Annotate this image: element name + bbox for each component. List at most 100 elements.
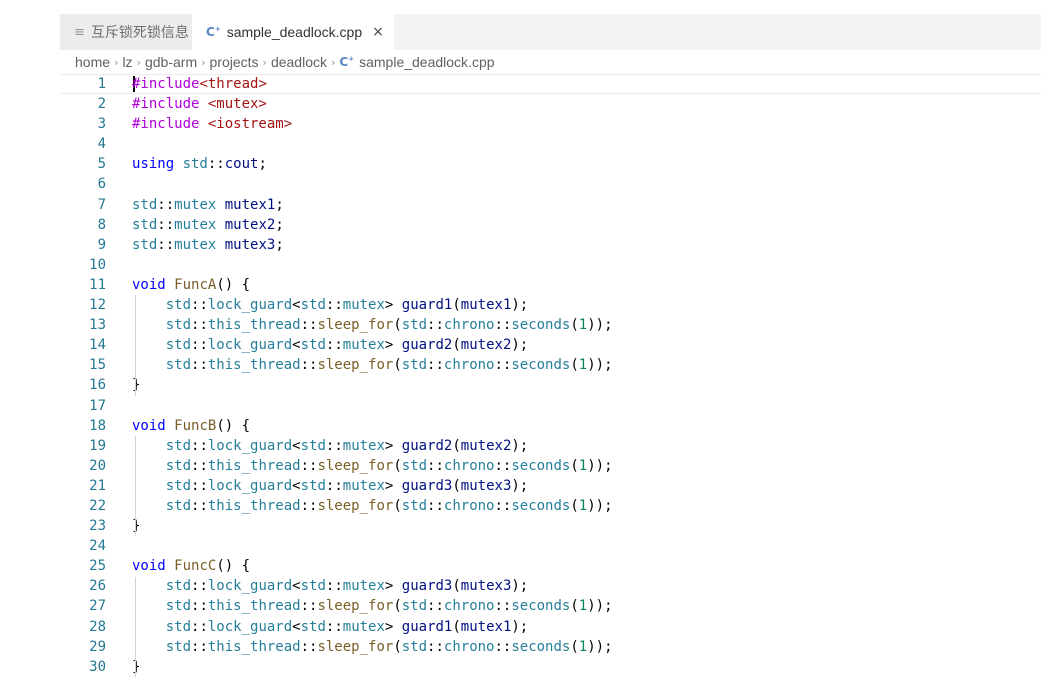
breadcrumb-home[interactable]: home [75,54,110,70]
code-text: void FuncC() { [106,556,250,576]
code-token: ( [570,317,579,334]
line-number: 3 [97,116,106,133]
code-token: :: [427,638,444,655]
code-token: mutex [342,578,385,595]
code-line[interactable]: 25 void FuncC() { [60,556,1041,576]
code-token: this_thread [207,638,301,655]
code-token: ( [570,357,579,374]
code-token: > [384,297,402,314]
code-line[interactable]: 28 std::lock_guard<std::mutex> guard1(mu… [60,617,1041,637]
code-line[interactable]: 21 std::lock_guard<std::mutex> guard3(mu… [60,476,1041,496]
code-line[interactable]: 20 std::this_thread::sleep_for(std::chro… [60,456,1041,476]
code-line[interactable]: 27 std::this_thread::sleep_for(std::chro… [60,596,1041,616]
code-line[interactable]: 5 using std::cout; [60,154,1041,174]
tab-deadlock-info[interactable]: ≡ 互斥锁死锁信息 [60,14,192,50]
code-text: std::this_thread::sleep_for(std::chrono:… [106,315,613,335]
code-line[interactable]: 1 #include<thread> [60,74,1041,94]
code-token: :: [494,497,512,514]
code-line[interactable]: 4 [60,134,1041,154]
code-token: std [165,297,192,314]
code-token: 1 [578,638,588,655]
code-token: ( [452,297,461,314]
code-token: () { [216,558,251,575]
code-line[interactable]: 6 [60,174,1041,194]
code-line[interactable]: 16} [60,375,1041,395]
code-token: < [292,437,301,454]
code-token: mutex [342,437,385,454]
code-token: :: [494,357,512,374]
code-area[interactable]: 1 #include<thread> 2 #include <mutex> 3 #incl… [60,74,1041,677]
code-token: seconds [511,317,571,334]
code-token: mutex [342,337,385,354]
code-token: :: [325,297,343,314]
code-token: guard1 [401,618,453,635]
line-number: 29 [89,638,106,655]
close-icon[interactable]: × [372,24,384,40]
code-token: > [384,437,402,454]
tab-bar: ≡ 互斥锁死锁信息 C+ sample_deadlock.cpp × [60,14,1041,50]
code-token: std [132,236,158,253]
code-line[interactable]: 15 std::this_thread::sleep_for(std::chro… [60,355,1041,375]
code-line[interactable]: 10 [60,255,1041,275]
code-token: std [401,497,428,514]
code-line[interactable]: 3 #include <iostream> [60,114,1041,134]
code-token: 1 [578,357,588,374]
code-line[interactable]: 24 [60,536,1041,556]
code-token: std [165,477,192,494]
code-line[interactable]: 12 std::lock_guard<std::mutex> guard1(mu… [60,295,1041,315]
line-number: 11 [89,276,106,293]
breadcrumb-projects[interactable]: projects [210,54,259,70]
breadcrumb-gdb-arm[interactable]: gdb-arm [145,54,197,70]
code-line[interactable]: 8 std::mutex mutex2; [60,215,1041,235]
code-line[interactable]: 9 std::mutex mutex3; [60,235,1041,255]
code-line[interactable]: 11 void FuncA() { [60,275,1041,295]
code-token: ( [570,457,579,474]
code-token: seconds [511,357,571,374]
code-line[interactable]: 26 std::lock_guard<std::mutex> guard3(mu… [60,576,1041,596]
tab-sample-deadlock-cpp[interactable]: C+ sample_deadlock.cpp × [192,14,394,50]
code-token: ( [452,437,461,454]
code-line[interactable]: 23} [60,516,1041,536]
code-line[interactable]: 13 std::this_thread::sleep_for(std::chro… [60,315,1041,335]
code-text: std::lock_guard<std::mutex> guard3(mutex… [106,476,529,496]
code-token: std [300,337,326,354]
code-line[interactable]: 19 std::lock_guard<std::mutex> guard2(mu… [60,436,1041,456]
code-token: > [384,337,402,354]
code-token: :: [191,578,208,595]
code-token: :: [191,497,208,514]
code-token: :: [427,357,444,374]
code-line[interactable]: 2 #include <mutex> [60,94,1041,114]
code-token: FuncC [174,558,217,575]
code-token: )); [587,317,613,334]
code-token: guard2 [401,337,453,354]
code-token: } [132,377,141,394]
breadcrumb-deadlock[interactable]: deadlock [271,54,327,70]
code-line[interactable]: 14 std::lock_guard<std::mutex> guard2(mu… [60,335,1041,355]
code-line[interactable]: 17 [60,396,1041,416]
breadcrumb-file[interactable]: C+ sample_deadlock.cpp [339,54,494,70]
line-number: 14 [89,337,106,354]
breadcrumb-lz[interactable]: lz [122,54,132,70]
line-number: 9 [97,236,106,253]
code-token: chrono [443,598,495,615]
breadcrumb-file-label: sample_deadlock.cpp [359,54,495,70]
code-line[interactable]: 30} [60,657,1041,677]
code-token: )); [587,357,613,374]
code-line[interactable]: 29 std::this_thread::sleep_for(std::chro… [60,637,1041,657]
code-token: sleep_for [317,457,394,474]
line-number: 28 [89,618,106,635]
code-line[interactable]: 18 void FuncB() { [60,416,1041,436]
line-number: 12 [89,297,106,314]
code-line[interactable]: 22 std::this_thread::sleep_for(std::chro… [60,496,1041,516]
line-number: 18 [89,417,106,434]
chevron-right-icon: › [262,55,267,69]
code-text: std::this_thread::sleep_for(std::chrono:… [106,637,613,657]
line-number: 27 [89,598,106,615]
code-line[interactable]: 7 std::mutex mutex1; [60,195,1041,215]
